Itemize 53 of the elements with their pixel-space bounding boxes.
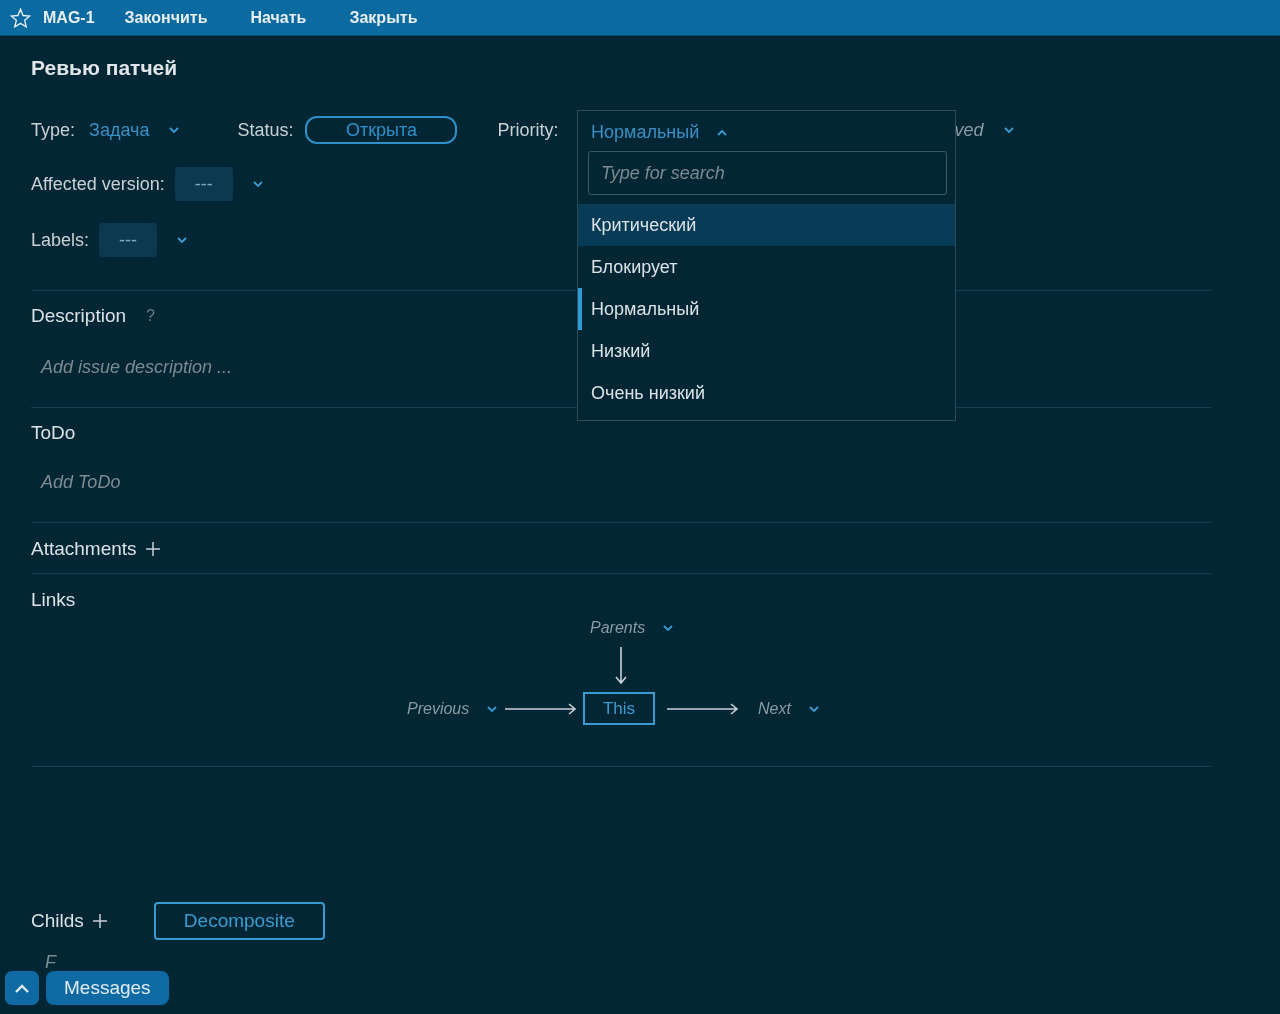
plus-icon[interactable] <box>91 913 108 929</box>
priority-option[interactable]: Очень низкий <box>578 372 955 414</box>
arrow-icon <box>505 703 577 715</box>
decomposite-button[interactable]: Decomposite <box>153 902 325 940</box>
type-value[interactable]: Задача <box>89 119 150 141</box>
priority-option[interactable]: Блокирует <box>578 246 955 288</box>
arrow-icon <box>615 647 627 685</box>
field-value[interactable]: ved <box>954 119 984 141</box>
find-child-field[interactable]: F <box>31 952 56 973</box>
section-title: Description <box>31 305 127 327</box>
plus-icon[interactable] <box>144 541 161 557</box>
previous-link[interactable]: Previous <box>407 700 470 718</box>
value-button[interactable]: --- <box>99 223 158 257</box>
priority-option[interactable]: Критический <box>578 204 955 246</box>
action-link[interactable]: Закрыть <box>349 8 418 27</box>
action-link[interactable]: Закончить <box>124 8 208 27</box>
status-button[interactable]: Открыта <box>305 116 458 144</box>
issue-title: Ревью патчей <box>31 56 179 81</box>
next-link[interactable]: Next <box>758 700 791 718</box>
description-field[interactable]: Add issue description ... <box>31 357 233 378</box>
field-label: Type: <box>31 119 76 141</box>
section-title: ToDo <box>31 422 76 444</box>
action-link[interactable]: Начать <box>250 8 307 27</box>
chevron-up-icon[interactable] <box>717 128 728 136</box>
chevron-down-icon[interactable] <box>177 236 188 244</box>
help-icon[interactable]: ? <box>146 307 155 325</box>
expand-button[interactable] <box>5 971 39 1005</box>
chevron-down-icon[interactable] <box>663 624 674 632</box>
section-title: Childs <box>31 910 84 932</box>
current-issue-node[interactable]: This <box>583 692 655 725</box>
priority-option[interactable]: Нормальный <box>578 288 955 330</box>
chevron-down-icon[interactable] <box>252 180 263 188</box>
section-title: Attachments <box>31 538 137 560</box>
priority-option[interactable]: Низкий <box>578 330 955 372</box>
priority-value[interactable]: Нормальный <box>591 121 700 143</box>
field-label: Priority: <box>497 119 559 141</box>
chevron-up-icon <box>15 983 29 993</box>
parents-link[interactable]: Parents <box>590 619 646 637</box>
value-button[interactable]: --- <box>174 167 233 201</box>
chevron-down-icon[interactable] <box>487 705 498 713</box>
star-icon[interactable] <box>10 7 31 28</box>
search-field[interactable]: Type for search <box>588 151 947 195</box>
field-label: Affected version: <box>31 173 165 195</box>
chevron-down-icon[interactable] <box>1003 126 1014 134</box>
todo-field[interactable]: Add ToDo <box>31 472 121 493</box>
chevron-down-icon[interactable] <box>808 705 819 713</box>
field-label: Status: <box>237 119 294 141</box>
section-title: Links <box>31 589 76 611</box>
arrow-icon <box>667 703 739 715</box>
issue-id[interactable]: MAG-1 <box>43 8 95 27</box>
messages-button[interactable]: Messages <box>46 971 169 1005</box>
field-label: Labels: <box>31 229 90 251</box>
chevron-down-icon[interactable] <box>169 126 180 134</box>
